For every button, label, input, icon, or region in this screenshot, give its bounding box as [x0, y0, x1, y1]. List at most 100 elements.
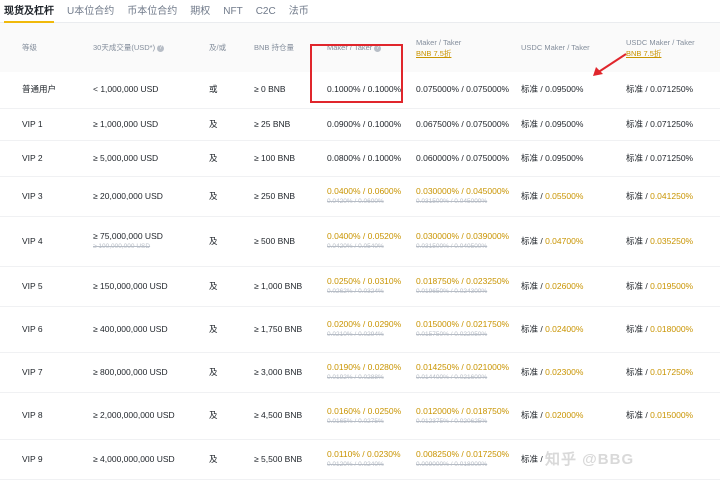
cell-maker-taker-bnb-old: 0.015750% / 0.022050%	[416, 331, 488, 338]
cell-maker-taker-bnb-old: 0.012375% / 0.020625%	[416, 417, 488, 425]
cell-maker-taker: 0.0200% / 0.0290% 0.0210% / 0.0294%	[327, 306, 416, 352]
cell-usdc-bnb	[626, 439, 720, 479]
cell-volume-old: ≥ 100,000,000 USD	[93, 243, 151, 250]
cell-maker-taker-bnb: 0.012000% / 0.018750% 0.012375% / 0.02062…	[416, 392, 521, 439]
tab-fiat[interactable]: 法币	[289, 2, 309, 22]
cell-maker-taker-bnb: 0.015000% / 0.021750% 0.015750% / 0.02205…	[416, 306, 521, 352]
tab-coinm-futures[interactable]: 币本位合约	[127, 2, 177, 22]
cell-maker-taker-bnb: 0.030000% / 0.045000% 0.031500% / 0.04500…	[416, 176, 521, 216]
cell-maker-taker-bnb-old: 0.031500% / 0.045000%	[416, 198, 488, 205]
table-row: VIP 7 ≥ 800,000,000 USD 及 ≥ 3,000 BNB 0.0190…	[0, 352, 720, 392]
table-row: VIP 1 ≥ 1,000,000 USD 及 ≥ 25 BNB 0.0900% / 0…	[0, 108, 720, 140]
header-usdc-maker-taker-bnb: USDC Maker / Taker BNB 7.5折	[626, 23, 720, 72]
cell-volume: ≥ 5,000,000 USD	[93, 152, 159, 163]
cell-usdc: 标准 / 0.02000%	[521, 410, 584, 420]
cell-usdc-bnb: 标准 / 0.015000%	[626, 410, 694, 420]
cell-level: VIP 6	[22, 323, 43, 334]
cell-maker-taker-old: 0.0165% / 0.0275%	[327, 417, 384, 425]
header-and-or: 及/或	[209, 43, 227, 52]
table-row: VIP 5 ≥ 150,000,000 USD 及 ≥ 1,000 BNB 0.0250…	[0, 266, 720, 306]
cell-maker-taker-bnb: 0.030000% / 0.039000% 0.031500% / 0.04050…	[416, 216, 521, 266]
table-row: VIP 8 ≥ 2,000,000,000 USD 及 ≥ 4,500 BNB 0.01…	[0, 392, 720, 439]
tab-nft[interactable]: NFT	[223, 6, 242, 22]
cell-bnb: ≥ 500 BNB	[254, 235, 296, 246]
cell-usdc-bnb: 标准 / 0.071250%	[626, 84, 694, 95]
cell-level: VIP 1	[22, 118, 43, 129]
header-maker-taker-bnb: Maker / Taker BNB 7.5折	[416, 23, 521, 72]
cell-usdc-bnb: 标准 / 0.018000%	[626, 323, 694, 334]
cell-maker-taker-bnb: 0.067500% / 0.075000%	[416, 118, 510, 129]
header-level: 等级	[22, 43, 37, 52]
cell-volume: < 1,000,000 USD	[93, 84, 159, 95]
cell-maker-taker-bnb-old: 0.019650% / 0.024300%	[416, 288, 488, 295]
cell-volume: ≥ 4,000,000,000 USD	[93, 453, 175, 464]
cell-bnb: ≥ 250 BNB	[254, 190, 296, 201]
usdc-bnb-discount-link[interactable]: BNB 7.5折	[626, 48, 720, 59]
cell-and-or: 及	[209, 235, 218, 246]
cell-and-or: 及	[209, 410, 218, 420]
cell-usdc: 标准 / 0.05500%	[521, 190, 584, 201]
cell-usdc-bnb: 标准 / 0.035250%	[626, 235, 694, 246]
cell-volume: ≥ 1,000,000 USD	[93, 118, 159, 129]
cell-usdc: 标准 / 0.09500%	[521, 118, 584, 129]
cell-maker-taker-bnb: 0.008250% / 0.017250% 0.009000% / 0.01800…	[416, 439, 521, 479]
cell-maker-taker-old: 0.0210% / 0.0294%	[327, 331, 384, 338]
cell-maker-taker-old: 0.0120% / 0.0240%	[327, 461, 384, 468]
cell-maker-taker-bnb: 0.075000% / 0.075000%	[416, 84, 510, 95]
bnb-discount-link[interactable]: BNB 7.5折	[416, 48, 521, 59]
table-row: VIP 2 ≥ 5,000,000 USD 及 ≥ 100 BNB 0.0800% / …	[0, 140, 720, 176]
cell-level: VIP 9	[22, 453, 43, 464]
cell-maker-taker-old: 0.0192% / 0.0288%	[327, 374, 384, 381]
tab-usdm-futures[interactable]: U本位合约	[67, 2, 114, 22]
watermark: 知乎 @BBG	[545, 451, 635, 468]
cell-volume: ≥ 150,000,000 USD	[93, 280, 168, 291]
cell-level: VIP 7	[22, 366, 43, 377]
cell-and-or: 及	[209, 323, 218, 334]
cell-maker-taker-old: 0.0420% / 0.0540%	[327, 243, 384, 250]
cell-usdc: 标准 / 0.09500%	[521, 152, 584, 163]
cell-bnb: ≥ 3,000 BNB	[254, 366, 303, 377]
cell-bnb: ≥ 1,000 BNB	[254, 280, 303, 291]
cell-maker-taker-bnb-old: 0.014400% / 0.021600%	[416, 374, 488, 381]
cell-maker-taker: 0.0160% / 0.0250% 0.0165% / 0.0275%	[327, 392, 416, 439]
cell-maker-taker: 0.0110% / 0.0230% 0.0120% / 0.0240%	[327, 439, 416, 479]
cell-maker-taker: 0.0400% / 0.0600% 0.0420% / 0.0600%	[327, 176, 416, 216]
cell-maker-taker: 0.0250% / 0.0310% 0.0262% / 0.0324%	[327, 266, 416, 306]
tab-options[interactable]: 期权	[190, 2, 210, 22]
table-row: VIP 6 ≥ 400,000,000 USD 及 ≥ 1,750 BNB 0.0200…	[0, 306, 720, 352]
cell-volume: ≥ 2,000,000,000 USD	[93, 410, 175, 420]
cell-and-or: 或	[209, 84, 218, 95]
cell-level: VIP 3	[22, 190, 43, 201]
tab-c2c[interactable]: C2C	[256, 6, 276, 22]
cell-level: 普通用户	[22, 84, 57, 95]
cell-maker-taker-bnb: 0.014250% / 0.021000% 0.014400% / 0.02160…	[416, 352, 521, 392]
cell-maker-taker-bnb-old: 0.009000% / 0.018000%	[416, 461, 488, 468]
cell-and-or: 及	[209, 453, 218, 464]
cell-and-or: 及	[209, 366, 218, 377]
arrow-icon	[593, 53, 627, 76]
cell-level: VIP 5	[22, 280, 43, 291]
market-tabs: 现货及杠杆 U本位合约 币本位合约 期权 NFT C2C 法币	[0, 0, 720, 23]
cell-and-or: 及	[209, 280, 218, 291]
cell-usdc: 标准 / 0.02600%	[521, 280, 584, 291]
cell-volume: ≥ 400,000,000 USD	[93, 323, 168, 334]
cell-usdc-bnb: 标准 / 0.071250%	[626, 118, 694, 129]
cell-maker-taker: 0.0800% / 0.1000%	[327, 152, 402, 163]
cell-bnb: ≥ 1,750 BNB	[254, 323, 303, 334]
highlight-box	[310, 44, 403, 103]
cell-volume: ≥ 75,000,000 USD ≥ 100,000,000 USD	[93, 216, 209, 266]
cell-usdc-bnb: 标准 / 0.019500%	[626, 280, 694, 291]
cell-usdc-bnb: 标准 / 0.017250%	[626, 366, 694, 377]
cell-usdc: 标准 / 0.02300%	[521, 366, 584, 377]
cell-usdc: 标准 / 0.02400%	[521, 323, 584, 334]
cell-maker-taker: 0.0900% / 0.1000%	[327, 118, 402, 129]
cell-bnb: ≥ 5,500 BNB	[254, 453, 303, 464]
cell-maker-taker: 0.0190% / 0.0280% 0.0192% / 0.0288%	[327, 352, 416, 392]
cell-and-or: 及	[209, 152, 218, 163]
cell-maker-taker: 0.0400% / 0.0520% 0.0420% / 0.0540%	[327, 216, 416, 266]
info-icon[interactable]: ?	[157, 44, 165, 52]
cell-maker-taker-bnb: 0.060000% / 0.075000%	[416, 152, 510, 163]
tab-spot-margin[interactable]: 现货及杠杆	[4, 2, 54, 23]
cell-maker-taker-bnb: 0.018750% / 0.023250% 0.019650% / 0.02430…	[416, 266, 521, 306]
cell-level: VIP 2	[22, 152, 43, 163]
